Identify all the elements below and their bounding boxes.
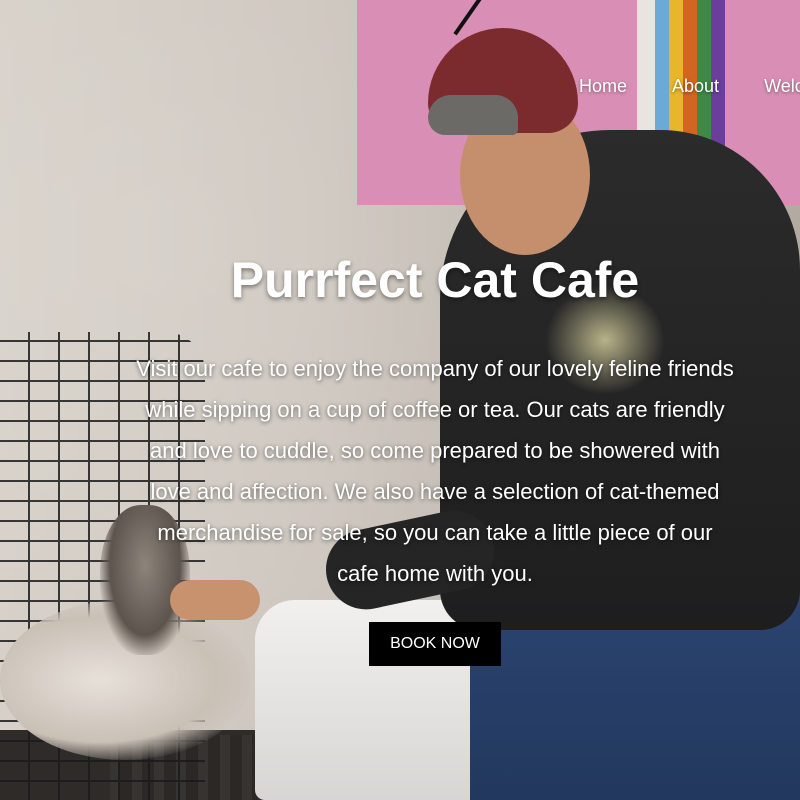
hero-description: Visit our cafe to enjoy the company of o… xyxy=(136,356,734,586)
nav-link-welcome[interactable]: Welco xyxy=(764,76,800,97)
hero-content: Purrfect Cat Cafe Visit our cafe to enjo… xyxy=(130,252,740,666)
person-cap xyxy=(428,28,578,133)
book-now-button[interactable]: BOOK NOW xyxy=(369,622,501,666)
nav-link-home[interactable]: Home xyxy=(579,76,627,97)
floor xyxy=(0,730,800,800)
floor-texture xyxy=(110,735,630,800)
wall-artwork xyxy=(357,0,800,205)
main-nav: Home About Welco xyxy=(579,76,800,97)
fur-cushion-right xyxy=(575,660,800,800)
page-title: Purrfect Cat Cafe xyxy=(230,252,640,308)
cap-brim xyxy=(428,95,518,135)
hero-section: Home About Welco Purrfect Cat Cafe Visit… xyxy=(0,0,800,800)
nav-link-about[interactable]: About xyxy=(672,76,719,97)
person-face xyxy=(460,95,590,255)
